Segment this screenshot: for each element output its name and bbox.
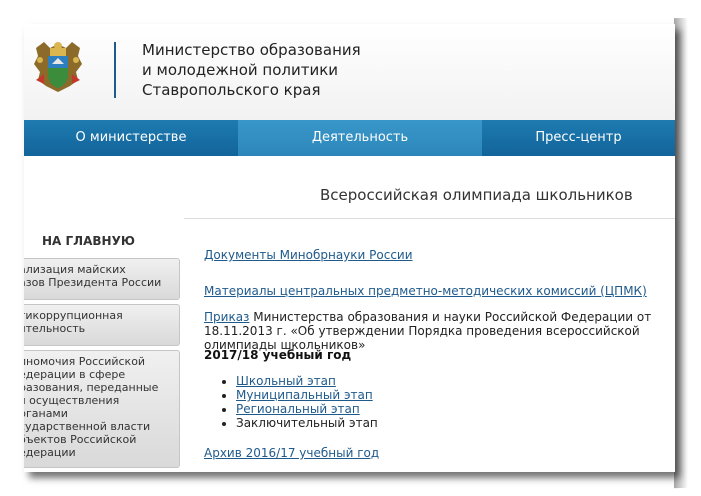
header-divider [114, 42, 116, 98]
sidebar-item-may-decrees[interactable]: ализация майских азов Президента России [24, 258, 180, 300]
sidebar-item-federal-powers[interactable]: лномочия Российской едерации в сфере раз… [24, 350, 180, 468]
page-title: Всероссийская олимпиада школьников [320, 186, 633, 204]
nav-item-press-center[interactable]: Пресс-центр [482, 120, 675, 156]
stage-link-regional[interactable]: Региональный этап [236, 402, 360, 416]
nav-item-about[interactable]: О министерстве [24, 120, 238, 156]
list-item: Муниципальный этап [236, 388, 378, 402]
home-link[interactable]: НА ГЛАВНУЮ [42, 234, 135, 248]
ministry-title-line-1: Министерство образования [142, 41, 361, 59]
materials-link[interactable]: Материалы центральных предметно-методиче… [204, 284, 647, 298]
stage-link-school[interactable]: Школьный этап [236, 374, 336, 388]
archive-link[interactable]: Архив 2016/17 учебный год [204, 446, 379, 460]
sidebar-item-label: бъектов Российской [24, 433, 137, 446]
order-paragraph: Приказ Министерства образования и науки … [204, 310, 675, 352]
sidebar-item-label: сударственной власти [24, 420, 151, 433]
sidebar-item-anti-corruption[interactable]: тикоррупционная ятельность [24, 304, 180, 346]
sidebar-item-label: разования, переданные [24, 381, 159, 394]
docs-link[interactable]: Документы Минобрнауки России [204, 248, 413, 262]
page-sheet: Министерство образования и молодежной по… [24, 24, 675, 472]
sidebar-item-label: едерации в сфере [24, 368, 126, 381]
stage-link-municipal[interactable]: Муниципальный этап [236, 388, 373, 402]
year-heading: 2017/18 учебный год [204, 348, 352, 362]
page-shadow [674, 17, 688, 489]
main-nav: О министерстве Деятельность Пресс-центр [24, 120, 675, 156]
ministry-title-line-2: и молодежной политики [142, 61, 339, 79]
ministry-title[interactable]: Министерство образования и молодежной по… [142, 40, 442, 100]
sidebar-item-label: тикоррупционная [24, 309, 123, 322]
list-item: Региональный этап [236, 402, 378, 416]
sidebar-item-label: ятельность [24, 322, 86, 335]
sidebar-item-label: едерации [24, 446, 76, 459]
sidebar-item-label: рганами [24, 407, 68, 420]
coat-of-arms-icon [34, 42, 82, 92]
ministry-title-line-3: Ставропольского края [142, 81, 321, 99]
sidebar-item-label: азов Президента России [24, 276, 162, 289]
nav-item-activity[interactable]: Деятельность [238, 120, 482, 156]
list-item: Заключительный этап [236, 416, 378, 430]
order-text: Министерства образования и науки Российс… [204, 310, 652, 352]
stages-list: Школьный этап Муниципальный этап Региона… [218, 374, 378, 430]
stage-final-label: Заключительный этап [236, 416, 378, 430]
site-header: Министерство образования и молодежной по… [24, 24, 675, 120]
title-divider [184, 218, 675, 219]
sidebar-item-label: лномочия Российской [24, 355, 146, 368]
list-item: Школьный этап [236, 374, 378, 388]
sidebar-item-label: ализация майских [24, 263, 126, 276]
order-link[interactable]: Приказ [204, 310, 249, 324]
sidebar-item-label: я осуществления [24, 394, 120, 407]
